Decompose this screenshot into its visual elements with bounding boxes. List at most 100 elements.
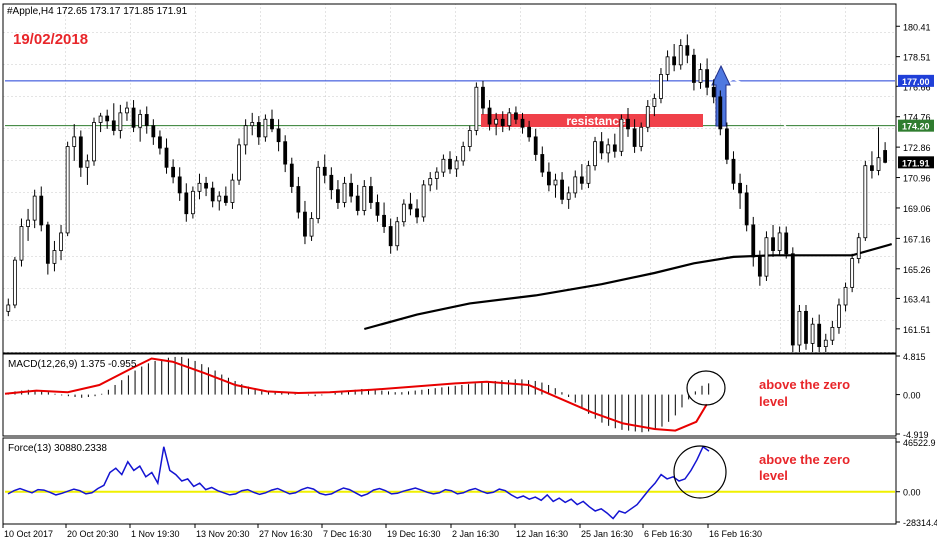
force-title: Force(13) 30880.2338 [8, 443, 107, 454]
candle-body [533, 136, 538, 155]
candle-body [204, 182, 208, 189]
price-tick-label: 169.06 [903, 204, 931, 214]
candle-body [652, 98, 657, 107]
candle-body [632, 128, 637, 147]
price-tick-label: 170.96 [903, 174, 931, 184]
candle-body [520, 118, 525, 128]
force-annotation-line2: level [759, 468, 788, 483]
date-tick-label: 27 Nov 16:30 [259, 529, 313, 539]
candle-body [270, 118, 274, 130]
candle-body [586, 165, 591, 184]
candle-body [65, 146, 70, 234]
candle-body [560, 179, 564, 200]
candle-body [823, 339, 828, 347]
candle [421, 180, 426, 222]
candle-body [837, 304, 841, 328]
price-tick-label: 180.41 [903, 22, 931, 32]
date-tick-label: 25 Jan 16:30 [581, 529, 633, 539]
price-tick-label: 165.26 [903, 265, 931, 275]
candle-body [883, 150, 888, 163]
candle-body [151, 125, 156, 138]
candle-body [322, 166, 327, 176]
candle [593, 136, 597, 171]
candle [863, 160, 868, 241]
candle-body [573, 176, 578, 194]
macd-annotation-line2: level [759, 394, 788, 409]
candle [474, 82, 479, 136]
date-tick-label: 16 Feb 16:30 [709, 529, 762, 539]
candle-body [39, 195, 44, 226]
candle-body [606, 144, 611, 154]
candle-body [705, 69, 710, 88]
candle-body [283, 141, 288, 165]
candle-body [177, 176, 182, 194]
candle-body [243, 125, 248, 146]
candle-body [210, 187, 215, 202]
macd-tick-label: 4.815 [903, 352, 926, 362]
candle-body [474, 86, 479, 131]
candle-body [797, 310, 802, 346]
candle-body [724, 128, 729, 160]
main-pane-grid [3, 4, 896, 353]
date-tick-label: 6 Feb 16:30 [644, 529, 692, 539]
candle-body [546, 171, 551, 186]
candle-body [540, 154, 545, 173]
date-tick-label: 20 Oct 20:30 [67, 529, 119, 539]
candle-body [494, 118, 499, 125]
candle-body [507, 112, 512, 127]
candle-body [395, 221, 400, 247]
candle-body [98, 115, 103, 123]
symbol-header: #Apple,H4 172.65 173.17 171.85 171.91 [7, 6, 188, 17]
candle [619, 114, 624, 157]
candle [12, 256, 17, 309]
candle-body [757, 256, 762, 277]
candle-body [448, 158, 452, 170]
macd-annotation-line1: above the zero [759, 377, 850, 392]
candle-body [481, 86, 485, 109]
candle-body [659, 74, 663, 99]
candle [237, 138, 241, 185]
candle-body [698, 69, 703, 83]
candle-body [105, 115, 110, 122]
candle-body [527, 126, 532, 138]
candle-body [111, 120, 116, 131]
candle-body [428, 178, 433, 186]
date-tick-label: 1 Nov 19:30 [131, 529, 180, 539]
candle-body [368, 186, 373, 203]
candle-body [415, 208, 419, 218]
price-tick-label: 178.51 [903, 53, 931, 63]
candle-body [263, 118, 268, 138]
candle-body [461, 146, 466, 162]
price-tick-label: 163.41 [903, 294, 931, 304]
candle-body [500, 118, 505, 127]
candle-body [566, 192, 571, 200]
candle-body [751, 224, 756, 258]
candle-body [784, 232, 789, 255]
candle-body [144, 114, 149, 127]
date-stamp: 19/02/2018 [13, 31, 88, 48]
force-annotation-line1: above the zero [759, 452, 850, 467]
candle-body [876, 157, 881, 171]
candle-body [190, 190, 195, 215]
candle-body [309, 218, 314, 237]
candle-body [672, 56, 677, 66]
candle-body [303, 211, 307, 237]
candle-body [171, 166, 176, 178]
candle-body [26, 219, 30, 227]
candle-body [579, 176, 584, 184]
candle-body [487, 107, 492, 125]
candle-body [639, 126, 644, 147]
candle-body [738, 182, 742, 194]
candle-body [441, 158, 446, 173]
candle-body [777, 232, 782, 251]
price-tick-label: 167.16 [903, 234, 931, 244]
candle-body [237, 144, 241, 181]
candle-body [32, 195, 37, 221]
candle-body [870, 165, 874, 171]
candle-body [223, 195, 228, 203]
candle-body [217, 195, 222, 202]
candle-body [375, 202, 380, 216]
candle-body [514, 112, 518, 120]
resistance-label: resistance [566, 114, 626, 128]
candle-body [164, 147, 169, 168]
